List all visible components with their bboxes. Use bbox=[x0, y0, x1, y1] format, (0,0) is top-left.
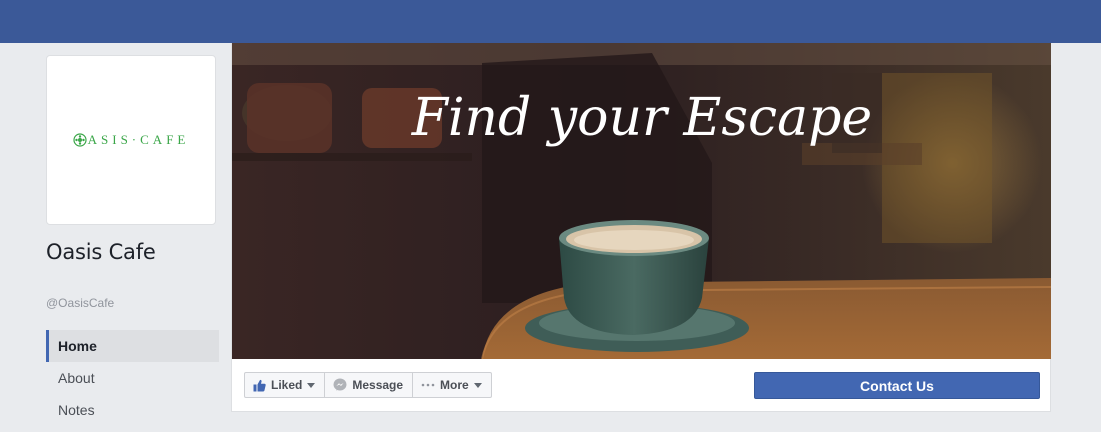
logo-flower-icon bbox=[73, 133, 87, 147]
sidebar-item-notes[interactable]: Notes bbox=[46, 394, 219, 426]
page-action-buttons: Liked Message More bbox=[244, 372, 492, 398]
more-label: More bbox=[440, 378, 469, 392]
thumbs-up-icon bbox=[253, 379, 266, 392]
liked-label: Liked bbox=[271, 378, 303, 392]
liked-button[interactable]: Liked bbox=[244, 372, 326, 398]
top-navigation-bar bbox=[0, 0, 1101, 43]
cover-tagline: Find your Escape bbox=[411, 88, 872, 148]
cover-photo[interactable]: Find your Escape bbox=[232, 43, 1051, 359]
more-button[interactable]: More bbox=[412, 372, 492, 398]
more-dots-icon bbox=[421, 383, 435, 387]
message-label: Message bbox=[352, 378, 404, 392]
page-username[interactable]: @OasisCafe bbox=[46, 296, 114, 310]
chevron-down-icon bbox=[307, 382, 316, 388]
page-title[interactable]: Oasis Cafe bbox=[46, 240, 156, 264]
page-header-card: Find your Escape Liked Message More Cont… bbox=[231, 43, 1051, 412]
profile-picture[interactable]: ASIS·CAFE bbox=[46, 55, 216, 225]
sidebar-item-home[interactable]: Home bbox=[46, 330, 219, 362]
logo-text: ASIS·CAFE bbox=[87, 132, 190, 147]
chevron-down-icon bbox=[473, 382, 482, 388]
message-button[interactable]: Message bbox=[324, 372, 414, 398]
messenger-icon bbox=[333, 378, 347, 392]
oasis-cafe-logo: ASIS·CAFE bbox=[73, 132, 190, 148]
sidebar-item-about[interactable]: About bbox=[46, 362, 219, 394]
contact-us-button[interactable]: Contact Us bbox=[754, 372, 1040, 399]
page-side-navigation: Home About Notes bbox=[46, 330, 219, 426]
